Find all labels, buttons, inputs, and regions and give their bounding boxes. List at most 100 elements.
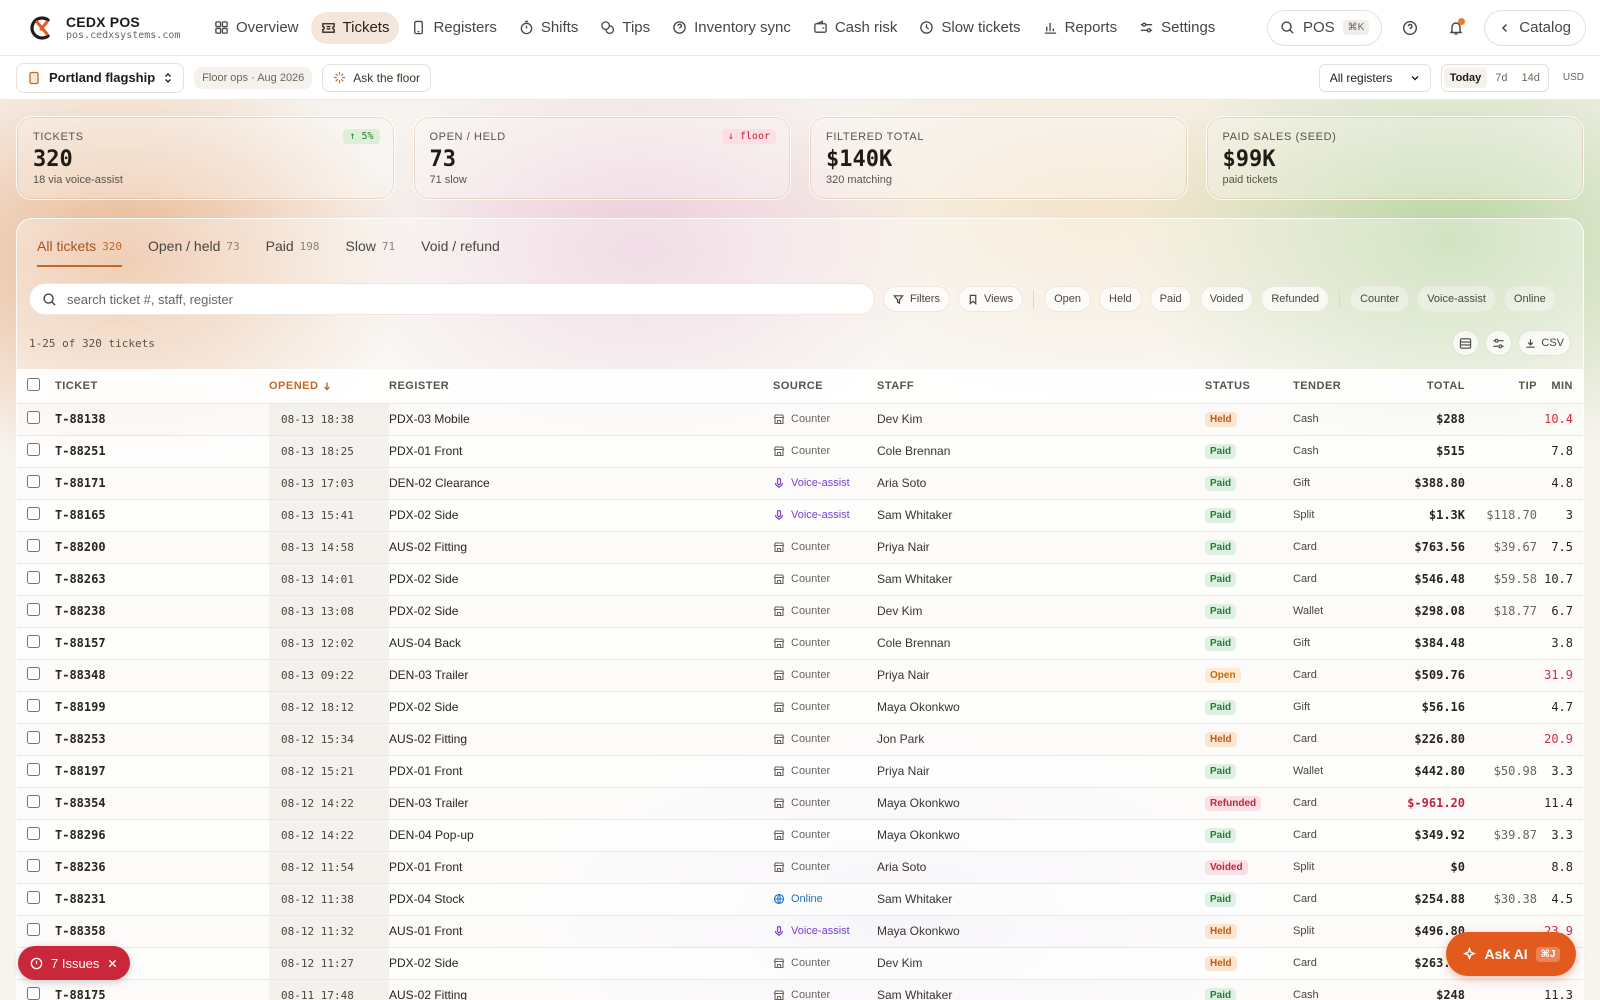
ticket-number[interactable]: T-88358 — [55, 915, 269, 948]
catalog-button[interactable]: Catalog — [1484, 9, 1586, 46]
kpi-filtered-total[interactable]: FILTERED TOTAL $140K 320 matching — [809, 116, 1188, 200]
table-row[interactable]: T-88348 08-13 09:22 DEN-03 Trailer Counter P… — [17, 659, 1583, 692]
nav-overview[interactable]: Overview — [204, 12, 309, 44]
tab-paid[interactable]: Paid 198 — [266, 227, 320, 267]
row-checkbox[interactable] — [27, 667, 40, 680]
source-chip-counter[interactable]: Counter — [1350, 286, 1410, 312]
nav-slow-tickets[interactable]: Slow tickets — [909, 12, 1030, 44]
row-checkbox[interactable] — [27, 731, 40, 744]
ticket-search-input[interactable] — [67, 291, 862, 307]
table-row[interactable]: T-88157 08-13 12:02 AUS-04 Back Counter Cole… — [17, 627, 1583, 660]
nav-registers[interactable]: Registers — [401, 12, 506, 44]
ticket-number[interactable]: T-88171 — [55, 467, 269, 500]
col-status[interactable]: STATUS — [1205, 369, 1293, 404]
ticket-number[interactable]: T-88175 — [55, 979, 269, 1000]
views-button[interactable]: Views — [957, 286, 1024, 312]
col-staff[interactable]: STAFF — [877, 369, 1205, 404]
table-row[interactable]: T-88236 08-12 11:54 PDX-01 Front Counter Ari… — [17, 851, 1583, 884]
tab-open-held[interactable]: Open / held 73 — [148, 227, 240, 267]
nav-reports[interactable]: Reports — [1033, 12, 1128, 44]
table-row[interactable]: T-88175 08-11 17:48 AUS-02 Fitting Counter S… — [17, 979, 1583, 1000]
row-checkbox[interactable] — [27, 923, 40, 936]
table-row[interactable]: T-88358 08-12 11:32 AUS-01 Front Voice-assi… — [17, 915, 1583, 948]
table-row[interactable]: T-88231 08-12 11:38 PDX-04 Stock Online Sam … — [17, 883, 1583, 916]
close-icon[interactable] — [107, 958, 118, 969]
range-today[interactable]: Today — [1443, 67, 1488, 88]
nav-settings[interactable]: Settings — [1129, 12, 1225, 44]
ticket-number[interactable]: T-88238 — [55, 595, 269, 628]
issues-button[interactable]: 7 Issues — [18, 946, 131, 980]
row-checkbox[interactable] — [27, 635, 40, 648]
row-checkbox[interactable] — [27, 827, 40, 840]
col-opened[interactable]: OPENED — [269, 369, 389, 404]
tab-slow[interactable]: Slow 71 — [346, 227, 396, 267]
ask-the-floor-button[interactable]: Ask the floor — [322, 63, 431, 92]
nav-tickets[interactable]: Tickets — [310, 11, 400, 44]
row-checkbox[interactable] — [27, 475, 40, 488]
table-row[interactable]: T-88197 08-12 15:21 PDX-01 Front Counter Pri… — [17, 755, 1583, 788]
table-row[interactable]: T-88200 08-13 14:58 AUS-02 Fitting Counter P… — [17, 531, 1583, 564]
nav-tips[interactable]: Tips — [590, 12, 660, 44]
row-checkbox[interactable] — [27, 987, 40, 1000]
row-checkbox[interactable] — [27, 763, 40, 776]
status-chip-paid[interactable]: Paid — [1149, 286, 1192, 312]
row-checkbox[interactable] — [27, 891, 40, 904]
tab-void-refund[interactable]: Void / refund — [421, 227, 500, 267]
row-checkbox[interactable] — [27, 699, 40, 712]
ticket-number[interactable]: T-88197 — [55, 755, 269, 788]
csv-export-button[interactable]: CSV — [1518, 330, 1571, 356]
row-checkbox[interactable] — [27, 539, 40, 552]
ticket-number[interactable]: T-88263 — [55, 563, 269, 596]
ticket-number[interactable]: T-88348 — [55, 659, 269, 692]
table-row[interactable]: T-88296 08-12 14:22 DEN-04 Pop-up Counter Ma… — [17, 819, 1583, 852]
table-row[interactable]: T-88263 08-13 14:01 PDX-02 Side Counter Sam … — [17, 563, 1583, 596]
table-row[interactable]: T-88238 08-13 13:08 PDX-02 Side Counter Dev … — [17, 595, 1583, 628]
notifications-button[interactable] — [1438, 10, 1474, 46]
command-search-button[interactable]: POS ⌘K — [1266, 9, 1383, 46]
ticket-number[interactable]: T-88296 — [55, 819, 269, 852]
column-settings-button[interactable] — [1485, 330, 1513, 356]
table-row[interactable]: T-88251 08-13 18:25 PDX-01 Front Counter Col… — [17, 435, 1583, 468]
location-switcher[interactable]: Portland flagship — [16, 62, 185, 93]
status-chip-held[interactable]: Held — [1099, 286, 1142, 312]
range-7d[interactable]: 7d — [1489, 68, 1513, 88]
ticket-number[interactable]: T-88253 — [55, 723, 269, 756]
source-chip-voice-assist[interactable]: Voice-assist — [1417, 286, 1496, 312]
row-checkbox[interactable] — [27, 443, 40, 456]
ticket-number[interactable]: T-88165 — [55, 499, 269, 532]
ticket-number[interactable]: T-88354 — [55, 787, 269, 820]
col-tip[interactable]: TIP — [1465, 369, 1537, 404]
table-row[interactable]: T-88165 08-13 15:41 PDX-02 Side Voice-assis… — [17, 499, 1583, 532]
status-chip-open[interactable]: Open — [1044, 286, 1092, 312]
col-source[interactable]: SOURCE — [773, 369, 877, 404]
col-total[interactable]: TOTAL — [1371, 369, 1465, 404]
select-all-checkbox[interactable] — [27, 377, 40, 391]
register-select[interactable]: All registers — [1318, 63, 1431, 92]
tab-all-tickets[interactable]: All tickets 320 — [37, 227, 122, 267]
table-row[interactable]: T-88171 08-13 17:03 DEN-02 Clearance Voice-… — [17, 467, 1583, 500]
row-checkbox[interactable] — [27, 571, 40, 584]
col-tender[interactable]: TENDER — [1293, 369, 1371, 404]
status-chip-voided[interactable]: Voided — [1199, 286, 1254, 312]
range-14d[interactable]: 14d — [1516, 68, 1546, 88]
col-register[interactable]: REGISTER — [389, 369, 773, 404]
row-checkbox[interactable] — [27, 603, 40, 616]
table-row[interactable]: 08-12 11:27 PDX-02 Side Counter Dev Kim Held… — [17, 947, 1583, 980]
col-ticket[interactable]: TICKET — [55, 369, 269, 404]
ticket-number[interactable]: T-88157 — [55, 627, 269, 660]
table-row[interactable]: T-88253 08-12 15:34 AUS-02 Fitting Counter J… — [17, 723, 1583, 756]
kpi-tickets[interactable]: TICKETS 320 18 via voice-assist ↑ 5% — [16, 116, 395, 200]
ask-ai-button[interactable]: Ask AI ⌘J — [1446, 932, 1576, 976]
help-button[interactable] — [1392, 10, 1428, 46]
ticket-number[interactable]: T-88236 — [55, 851, 269, 884]
nav-inventory-sync[interactable]: Inventory sync — [662, 12, 801, 44]
ticket-number[interactable]: T-88138 — [55, 403, 269, 436]
table-row[interactable]: T-88138 08-13 18:38 PDX-03 Mobile Counter De… — [17, 403, 1583, 436]
kpi-open-held[interactable]: OPEN / HELD 73 71 slow ↓ floor — [412, 116, 791, 200]
table-row[interactable]: T-88354 08-12 14:22 DEN-03 Trailer Counter M… — [17, 787, 1583, 820]
ticket-number[interactable]: T-88200 — [55, 531, 269, 564]
density-button[interactable] — [1452, 330, 1480, 356]
kpi-paid-sales[interactable]: PAID SALES (SEED) $99K paid tickets — [1205, 116, 1584, 200]
nav-cash-risk[interactable]: Cash risk — [803, 12, 908, 44]
status-chip-refunded[interactable]: Refunded — [1261, 286, 1330, 312]
